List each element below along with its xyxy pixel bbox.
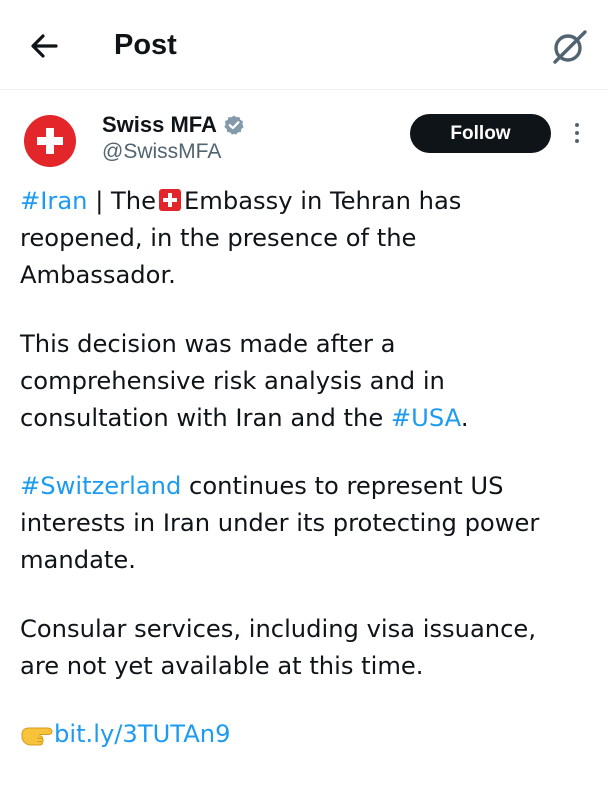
hashtag-switzerland[interactable]: #Switzerland (20, 472, 181, 500)
post-text-segment: This decision was made after a comprehen… (20, 329, 445, 432)
author-name-row: Swiss MFA (102, 110, 245, 140)
post-text-segment: . (460, 403, 469, 432)
header-bar: Post (0, 0, 608, 90)
more-vertical-icon (575, 123, 579, 143)
post-paragraph-5: bit.ly/3TUTAn9 (20, 716, 600, 753)
post-paragraph-2: This decision was made after a comprehen… (20, 326, 600, 437)
page-title: Post (114, 29, 177, 61)
post-text-segment: | The (87, 187, 157, 215)
author-display-name[interactable]: Swiss MFA (102, 112, 217, 138)
post-link[interactable]: bit.ly/3TUTAn9 (54, 720, 230, 748)
post-paragraph-4: Consular services, including visa issuan… (20, 611, 600, 685)
verified-badge-icon (224, 115, 244, 135)
post-paragraph-3: #Switzerland continues to represent US i… (20, 468, 600, 579)
pointing-hand-emoji (21, 727, 53, 746)
arrow-left-icon (31, 34, 58, 58)
post-text: #Iran | The Embassy in Tehran has reopene… (20, 183, 600, 785)
grok-icon (553, 30, 587, 64)
grok-button[interactable] (548, 24, 592, 68)
more-options-button[interactable] (566, 120, 588, 146)
swiss-flag-emoji (159, 189, 182, 211)
post-text-segment: Consular services, including visa issuan… (20, 614, 537, 680)
back-button[interactable] (26, 28, 62, 64)
post-paragraph-1: #Iran | The Embassy in Tehran has reopene… (20, 183, 600, 294)
swiss-cross-icon (37, 128, 63, 154)
avatar[interactable] (24, 115, 76, 167)
follow-button[interactable]: Follow (410, 114, 551, 153)
author-handle[interactable]: @SwissMFA (102, 140, 221, 164)
hashtag-iran[interactable]: #Iran (20, 187, 88, 215)
hashtag-usa[interactable]: #USA (391, 404, 461, 432)
